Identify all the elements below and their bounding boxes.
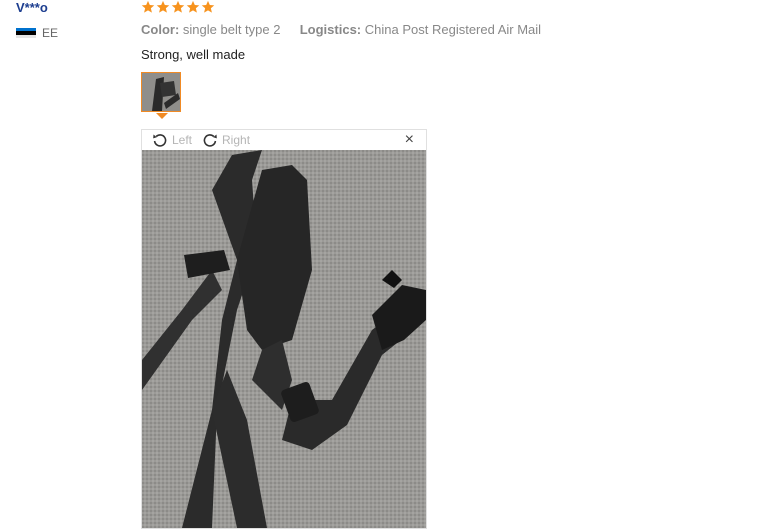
reviewer-country: EE [16,26,58,40]
rotate-left-button[interactable]: Left [152,132,192,148]
thumbnail-pointer [156,113,168,119]
rotate-right-label: Right [222,133,251,147]
color-label: Color: [141,22,180,37]
country-code: EE [42,26,59,40]
rotate-right-icon [203,134,217,147]
close-icon[interactable]: × [405,132,414,148]
star-icon [156,0,170,13]
review-text: Strong, well made [141,47,246,62]
reviewer-name[interactable]: V***o [16,0,48,15]
review-photo-thumbnail[interactable] [141,72,181,112]
star-icon [201,0,215,13]
star-icon [171,0,185,13]
rotate-left-icon [153,134,167,147]
rotate-left-label: Left [172,133,193,147]
review-photo [142,150,426,528]
logistics-label: Logistics: [299,22,362,37]
star-icon [141,0,155,13]
logistics-value: China Post Registered Air Mail [364,22,542,37]
photo-viewer: Left Right × [141,129,427,529]
rotate-right-button[interactable]: Right [202,132,250,148]
color-value: single belt type 2 [182,22,281,37]
review-attributes: Color: single belt type 2 Logistics: Chi… [141,22,541,37]
viewer-toolbar: Left Right × [142,130,426,150]
flag-icon [16,28,36,38]
star-rating [141,0,215,14]
star-icon [186,0,200,13]
